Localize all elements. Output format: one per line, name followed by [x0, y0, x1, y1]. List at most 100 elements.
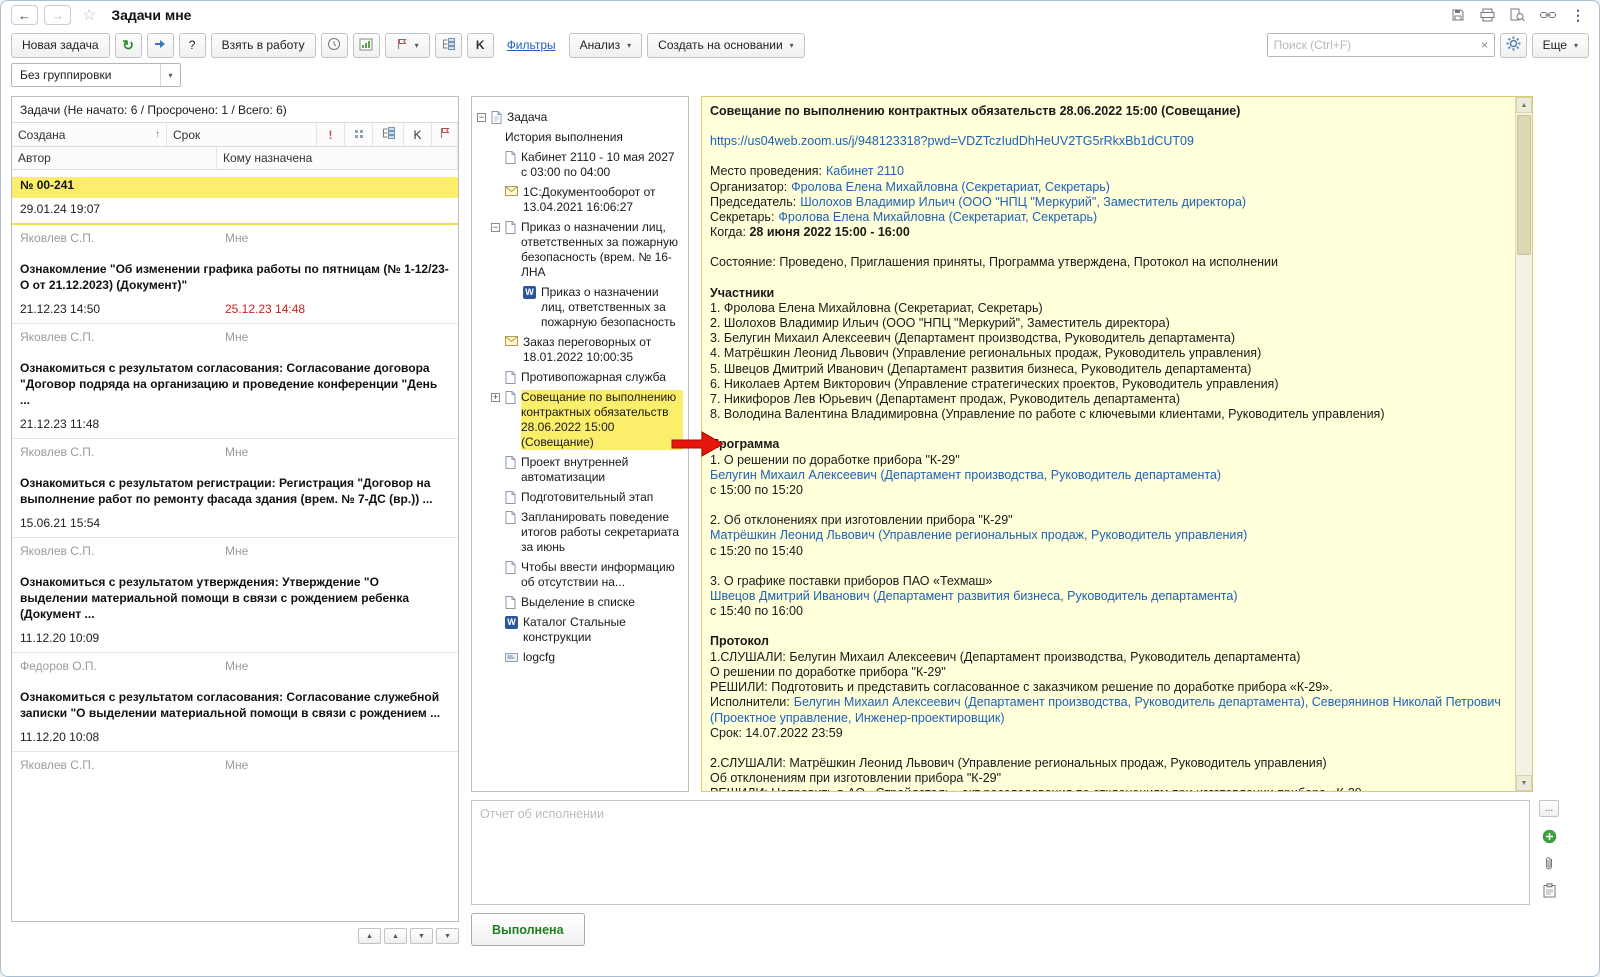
place-link[interactable]: Кабинет 2110 — [826, 164, 904, 178]
column-k[interactable]: K — [404, 123, 432, 146]
forward-button[interactable]: → — [44, 5, 71, 25]
expander-icon[interactable]: − — [477, 113, 486, 122]
forward-task-button[interactable] — [146, 32, 174, 58]
zoom-link[interactable]: https://us04web.zoom.us/j/948123318?pwd=… — [710, 134, 1194, 148]
search-input[interactable] — [1267, 34, 1476, 56]
analysis-dropdown-button[interactable]: Анализ ▾ — [568, 32, 643, 58]
preview-icon[interactable] — [1510, 8, 1525, 22]
secretary-link[interactable]: Фролова Елена Михайловна (Секретариат, С… — [778, 210, 1097, 224]
task-row[interactable]: № 00-241 29.01.24 19:07 Яковлев С.П. Мне — [12, 170, 458, 254]
grouping-select[interactable]: Без группировки ▾ — [11, 63, 181, 87]
clear-search-icon[interactable]: × — [1476, 38, 1494, 52]
tree-node-attachment[interactable]: Противопожарная служба — [505, 370, 683, 385]
task-row[interactable]: Ознакомление "Об изменении графика работ… — [12, 254, 458, 353]
execution-report-input[interactable] — [472, 801, 1529, 904]
tree-node-mail[interactable]: 1С:Документооборот от 13.04.2021 16:06:2… — [505, 185, 683, 215]
tree-node-mail[interactable]: Заказ переговорных от 18.01.2022 10:00:3… — [505, 335, 683, 365]
column-assignee[interactable]: Кому назначена — [217, 147, 458, 169]
go-last-button[interactable]: ▼ — [436, 928, 459, 944]
filters-link[interactable]: Фильтры — [507, 38, 556, 52]
task-row[interactable]: Ознакомиться с результатом согласования:… — [12, 682, 458, 781]
paste-icon[interactable] — [1543, 883, 1556, 898]
chair-link[interactable]: Шолохов Владимир Ильич (ООО "НПЦ "Меркур… — [800, 195, 1246, 209]
file-icon — [505, 371, 516, 384]
tree-node-logcfg[interactable]: logcfg — [505, 650, 683, 665]
take-to-work-button[interactable]: Взять в работу — [210, 32, 316, 58]
executors-links[interactable]: Белугин Михаил Алексеевич (Департамент п… — [710, 695, 1501, 724]
expand-report-button[interactable]: ... — [1539, 800, 1559, 817]
program-speaker-link[interactable]: Белугин Михаил Алексеевич (Департамент п… — [710, 468, 1221, 482]
tree-node-attachment[interactable]: Запланировать поведение итогов работы се… — [505, 510, 683, 555]
hierarchy-icon — [381, 127, 395, 142]
chevron-down-icon: ▾ — [414, 40, 419, 50]
favorite-star-icon[interactable]: ☆ — [82, 5, 96, 25]
file-icon — [505, 511, 516, 524]
column-author[interactable]: Автор — [12, 147, 217, 169]
tree-node-attachment[interactable]: Подготовительный этап — [505, 490, 683, 505]
tree-node-meeting[interactable]: + Совещание по выполнению контрактных об… — [491, 390, 683, 450]
task-row[interactable]: Ознакомиться с результатом регистрации: … — [12, 468, 458, 567]
add-icon[interactable] — [1542, 829, 1557, 844]
participant: 3. Белугин Михаил Алексеевич (Департамен… — [710, 331, 1235, 346]
column-flag[interactable] — [432, 123, 458, 146]
save-icon[interactable] — [1451, 8, 1465, 22]
settings-button[interactable] — [1499, 32, 1527, 58]
email-icon — [505, 186, 518, 196]
page-down-button[interactable]: ▼ — [410, 928, 433, 944]
done-button[interactable]: Выполнена — [471, 913, 585, 946]
column-importance[interactable]: ! — [317, 123, 345, 146]
column-due[interactable]: Срок — [167, 123, 317, 146]
tree-node-attachment[interactable]: Выделение в списке — [505, 595, 683, 610]
more-menu-icon[interactable]: ⋮ — [1571, 7, 1585, 24]
new-task-button[interactable]: Новая задача — [11, 32, 110, 58]
print-icon[interactable] — [1480, 8, 1495, 22]
deadline-clock-button[interactable] — [320, 32, 348, 58]
tree-node-history[interactable]: История выполнения — [505, 130, 683, 145]
tree-node-attachment[interactable]: Кабинет 2110 - 10 мая 2027 с 03:00 по 04… — [505, 150, 683, 180]
task-title: Ознакомиться с результатом утверждения: … — [20, 575, 410, 621]
k-button[interactable]: K — [466, 32, 494, 58]
more-button[interactable]: Еще ▾ — [1531, 32, 1589, 58]
hierarchy-button[interactable] — [434, 32, 462, 58]
column-headers-row1: Создана ↑ Срок ! K — [12, 123, 458, 147]
page-up-button[interactable]: ▲ — [384, 928, 407, 944]
protocol-decided: РЕШИЛИ: Направить в АО «Стройдеталь» акт… — [710, 786, 1507, 791]
refresh-button[interactable]: ↻ — [114, 32, 142, 58]
tree-node-word-doc[interactable]: W Приказ о назначении лиц, ответственных… — [523, 285, 683, 330]
task-row[interactable]: Ознакомиться с результатом утверждения: … — [12, 567, 458, 682]
program-speaker-link[interactable]: Матрёшкин Леонид Львович (Управление рег… — [710, 528, 1247, 542]
flag-dropdown-button[interactable]: ▾ — [384, 32, 430, 58]
state-label: Состояние: — [710, 255, 776, 270]
task-title: Ознакомиться с результатом согласования:… — [20, 361, 438, 407]
back-button[interactable]: ← — [11, 5, 38, 25]
scroll-up-icon[interactable]: ▲ — [1516, 97, 1532, 113]
task-row[interactable]: Ознакомиться с результатом согласования:… — [12, 353, 458, 468]
create-based-on-button[interactable]: Создать на основании ▾ — [647, 32, 805, 58]
scrollbar-thumb[interactable] — [1517, 115, 1531, 255]
organizer-link[interactable]: Фролова Елена Михайловна (Секретариат, С… — [791, 180, 1110, 194]
task-created: 15.06.21 15:54 — [20, 516, 101, 530]
tree-node-order[interactable]: − Приказ о назначении лиц, ответственных… — [491, 220, 683, 280]
groupbar: Без группировки ▾ — [11, 62, 181, 88]
tree-node-attachment[interactable]: Чтобы ввести информацию об отсутствии на… — [505, 560, 683, 590]
down-icon: ▼ — [418, 932, 425, 940]
column-headers-row2: Автор Кому назначена — [12, 147, 458, 170]
report-chart-button[interactable] — [352, 32, 380, 58]
column-status[interactable] — [345, 123, 373, 146]
detail-scrollbar[interactable]: ▲ ▼ — [1515, 97, 1532, 791]
go-first-button[interactable]: ▲ — [358, 928, 381, 944]
tree-node-task[interactable]: − Задача — [477, 110, 683, 125]
help-button[interactable]: ? — [178, 32, 206, 58]
link-icon[interactable] — [1540, 10, 1556, 20]
program-speaker-link[interactable]: Швецов Дмитрий Иванович (Департамент раз… — [710, 589, 1237, 603]
attach-icon[interactable] — [1543, 856, 1555, 871]
column-hierarchy[interactable] — [373, 123, 404, 146]
column-created[interactable]: Создана ↑ — [12, 123, 167, 146]
expander-icon[interactable]: + — [491, 393, 500, 402]
tree-node-attachment[interactable]: Проект внутренней автоматизации — [505, 455, 683, 485]
tree-node-word-doc[interactable]: W Каталог Стальные конструкции — [505, 615, 683, 645]
participant: 4. Матрёшкин Леонид Львович (Управление … — [710, 346, 1262, 361]
expander-icon[interactable]: − — [491, 223, 500, 232]
scroll-down-icon[interactable]: ▼ — [1516, 775, 1532, 791]
participant: 7. Никифоров Лев Юрьевич (Департамент пр… — [710, 392, 1180, 407]
